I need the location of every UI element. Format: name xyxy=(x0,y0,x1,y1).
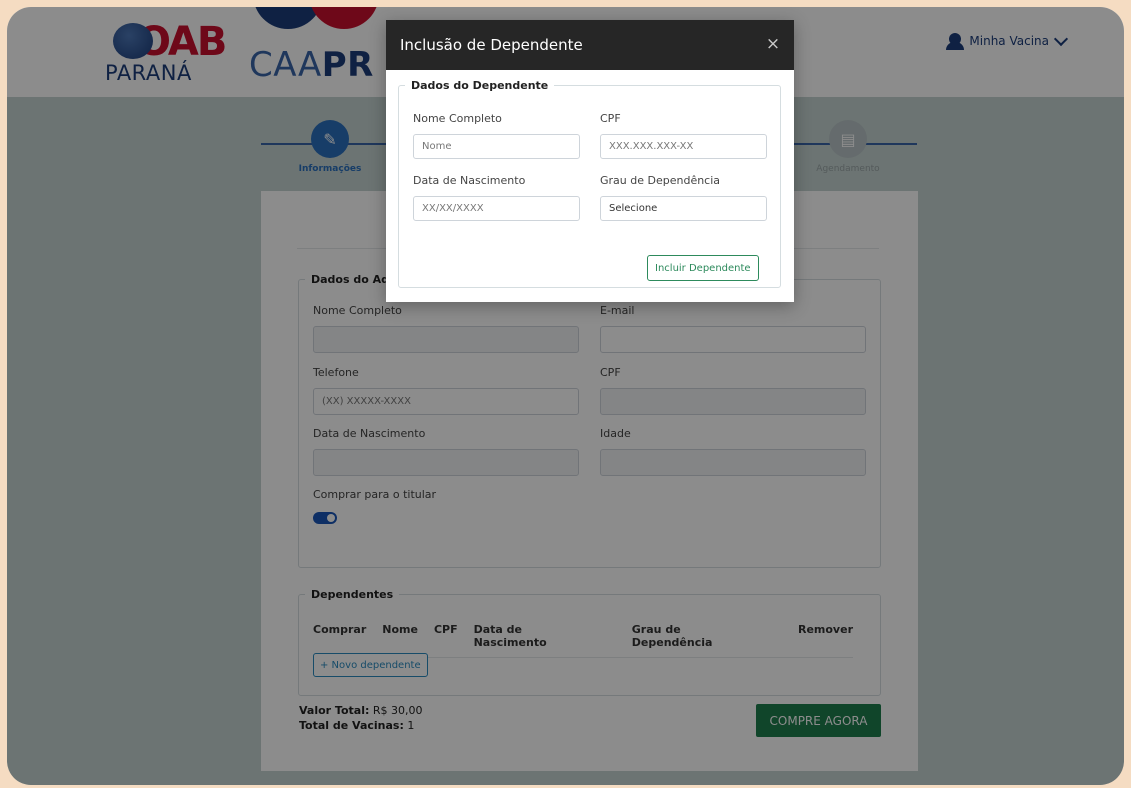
dep-nome-field: Nome Completo Nome xyxy=(413,112,580,159)
dep-nome-label: Nome Completo xyxy=(413,112,502,125)
dep-grau-field: Grau de Dependência Selecione xyxy=(600,174,767,221)
modal-title: Inclusão de Dependente xyxy=(400,36,583,54)
dep-nascimento-field: Data de Nascimento XX/XX/XXXX xyxy=(413,174,580,221)
close-icon[interactable]: × xyxy=(764,35,782,53)
dep-nascimento-label: Data de Nascimento xyxy=(413,174,526,187)
dep-cpf-input[interactable]: XXX.XXX.XXX-XX xyxy=(600,134,767,159)
dep-cpf-label: CPF xyxy=(600,112,621,125)
dep-cpf-field: CPF XXX.XXX.XXX-XX xyxy=(600,112,767,159)
dep-nascimento-input[interactable]: XX/XX/XXXX xyxy=(413,196,580,221)
inclusao-dependente-modal: Inclusão de Dependente × Dados do Depend… xyxy=(386,20,794,302)
dep-grau-label: Grau de Dependência xyxy=(600,174,721,187)
dependente-fieldset: Dados do Dependente Nome Completo Nome C… xyxy=(398,79,781,288)
dep-nome-input[interactable]: Nome xyxy=(413,134,580,159)
dependente-legend: Dados do Dependente xyxy=(411,79,549,92)
modal-header: Inclusão de Dependente × xyxy=(386,20,794,70)
incluir-dependente-button[interactable]: Incluir Dependente xyxy=(647,255,759,281)
dep-grau-select[interactable]: Selecione xyxy=(600,196,767,221)
app-frame: OAB PARANÁ CAAPR Minha Vacina ✎ Informaç… xyxy=(7,7,1124,785)
